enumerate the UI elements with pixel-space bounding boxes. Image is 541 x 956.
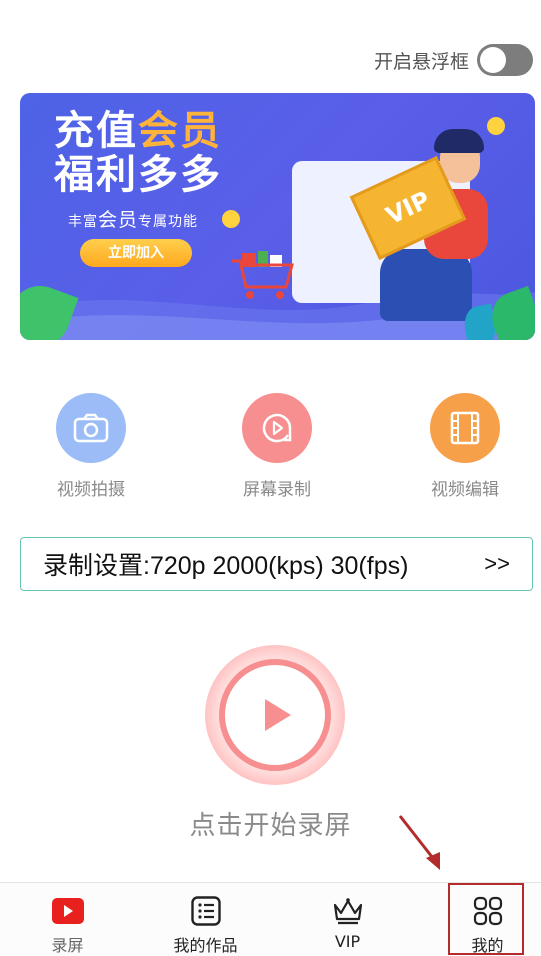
- float-window-label: 开启悬浮框: [373, 50, 469, 73]
- crown-icon: [280, 895, 415, 927]
- feature-shortcuts: 视频拍摄 屏幕录制 视频编辑: [0, 393, 541, 503]
- play-icon: [265, 699, 291, 731]
- person-illustration: [380, 249, 472, 321]
- film-icon: [430, 393, 500, 463]
- tab-label: 我的作品: [173, 936, 238, 955]
- recording-settings-bar[interactable]: 录制设置:720p 2000(kps) 30(fps) >>: [20, 537, 533, 591]
- person-hair-decoration: [434, 129, 484, 153]
- feature-video-edit[interactable]: 视频编辑: [395, 393, 535, 500]
- coin-icon: [222, 210, 240, 228]
- feature-screen-record[interactable]: 屏幕录制: [207, 393, 347, 500]
- join-now-button[interactable]: 立即加入: [80, 239, 192, 267]
- shopping-cart-icon: [232, 251, 294, 299]
- feature-label: 视频编辑: [431, 480, 499, 500]
- tab-vip[interactable]: VIP: [280, 883, 415, 956]
- tab-record[interactable]: 录屏: [0, 883, 135, 956]
- start-record-caption: 点击开始录屏: [189, 811, 352, 841]
- recording-settings-text: 录制设置:720p 2000(kps) 30(fps): [43, 552, 409, 580]
- banner-subtitle: 丰富会员专属功能: [68, 209, 199, 231]
- tab-my-works[interactable]: 我的作品: [138, 883, 273, 956]
- camera-icon: [56, 393, 126, 463]
- float-window-row: 开启悬浮框: [374, 44, 533, 76]
- toggle-knob: [480, 47, 506, 73]
- banner-title: 充值会员 福利多多: [54, 108, 222, 198]
- feature-video-capture[interactable]: 视频拍摄: [21, 393, 161, 500]
- vip-promo-banner[interactable]: 充值会员 福利多多 丰富会员专属功能 立即加入 VIP: [20, 93, 535, 340]
- tab-label: 录屏: [51, 936, 84, 955]
- feature-label: 视频拍摄: [57, 480, 125, 500]
- settings-arrow-icon: >>: [484, 551, 510, 576]
- annotation-highlight-box: [448, 883, 524, 955]
- start-record-button[interactable]: [205, 645, 345, 785]
- screen-record-icon: [242, 393, 312, 463]
- float-window-toggle[interactable]: [477, 44, 533, 76]
- record-button-inner: [219, 659, 331, 771]
- record-tab-icon: [0, 895, 135, 927]
- list-icon: [138, 895, 273, 927]
- annotation-arrow: [398, 815, 440, 870]
- feature-label: 屏幕录制: [243, 480, 311, 500]
- coin-icon: [487, 117, 505, 135]
- tab-label: VIP: [334, 932, 361, 951]
